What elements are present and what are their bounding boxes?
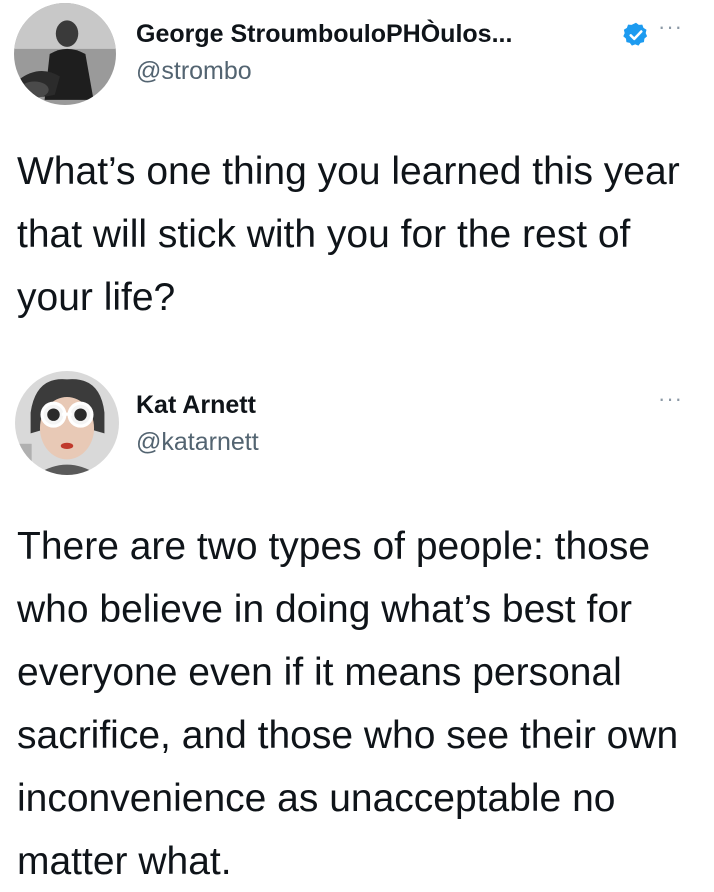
more-options-button[interactable]: ··· bbox=[658, 16, 683, 38]
author-handle[interactable]: @katarnett bbox=[136, 428, 259, 457]
avatar-photo bbox=[15, 371, 119, 475]
tweet-text: There are two types of people: those who… bbox=[17, 525, 679, 883]
author-name[interactable]: George StroumbouloPHÒulos... bbox=[136, 20, 512, 49]
tweet-reply: Kat Arnett ··· @katarnett There are two … bbox=[0, 360, 714, 892]
tweet-original: George StroumbouloPHÒulos... ··· @stromb… bbox=[0, 0, 714, 360]
avatar[interactable] bbox=[14, 3, 116, 105]
author-name[interactable]: Kat Arnett bbox=[136, 391, 256, 420]
avatar[interactable] bbox=[15, 371, 119, 475]
author-handle[interactable]: @strombo bbox=[136, 57, 252, 86]
more-options-button[interactable]: ··· bbox=[658, 388, 683, 410]
verified-badge-icon bbox=[623, 22, 648, 46]
avatar-photo bbox=[14, 3, 116, 105]
tweet-text: What’s one thing you learned this year t… bbox=[17, 150, 680, 319]
